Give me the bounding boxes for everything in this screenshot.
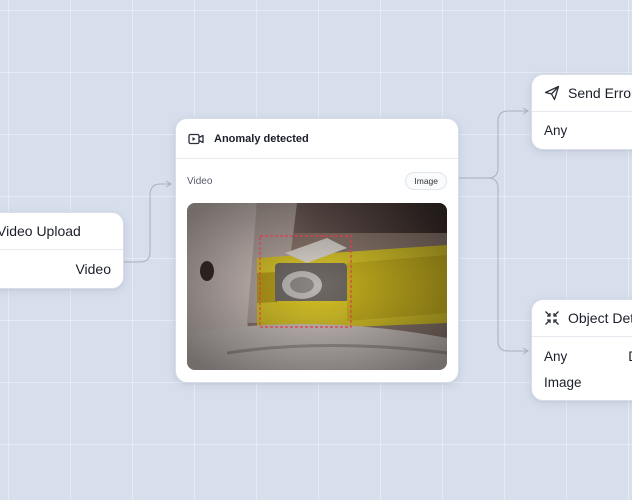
input-port-label: Image [544,374,582,390]
detection-preview-image [187,203,447,370]
node-video-upload[interactable]: Video Upload Video [0,212,124,289]
node-header: Object Detection [532,300,632,337]
input-port-label: Any [544,348,568,364]
node-title: Send Error [568,85,632,101]
output-port-pill[interactable]: Image [405,172,447,190]
output-port-label: D [628,349,632,364]
connector-anomaly-to-detect [487,177,528,352]
node-output-row[interactable]: Video [0,250,123,288]
node-io-row: Video Image [176,159,458,203]
output-port-label: Video [75,261,111,277]
node-object-detection[interactable]: Object Detection Any D Image [531,299,632,401]
node-input-row[interactable]: Any [532,112,632,148]
node-anomaly-detected[interactable]: Anomaly detected Video Image [175,118,459,383]
node-title: Anomaly detected [214,132,309,145]
paper-plane-icon [544,85,560,101]
node-header: Anomaly detected [176,119,458,159]
node-title: Video Upload [0,223,81,239]
port-row[interactable]: Image [544,369,632,395]
node-send-error[interactable]: Send Error Any [531,74,632,150]
input-port-label: Any [544,122,568,138]
connector-upload-to-anomaly [122,183,170,263]
video-camera-icon [188,133,204,145]
connector-anomaly-to-send [457,110,528,179]
port-row[interactable]: Any D [544,343,632,369]
node-header: Send Error [532,75,632,112]
collapse-arrows-icon [544,310,560,326]
node-ports: Any D Image [532,343,632,395]
input-port-label: Video [187,175,213,187]
node-title: Object Detection [568,310,632,326]
node-title-row: Video Upload [0,213,123,250]
